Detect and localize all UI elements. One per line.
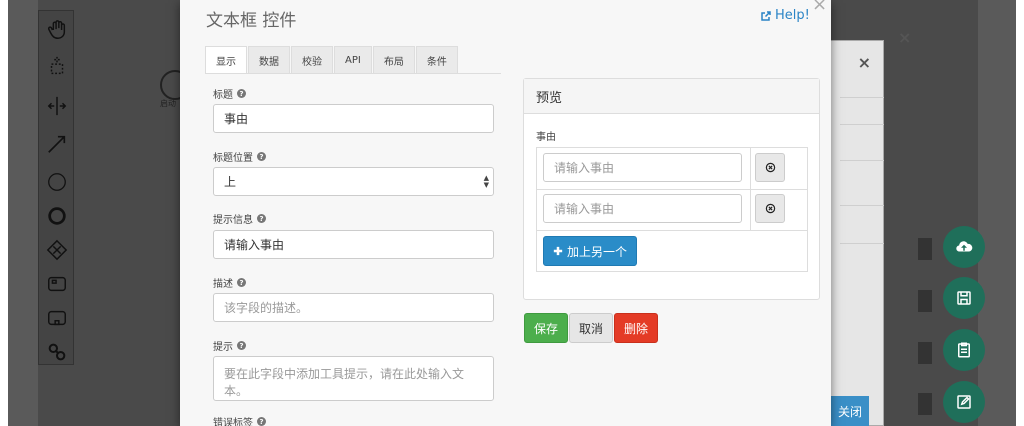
tab-data[interactable]: 数据	[248, 46, 290, 73]
hand-tool-icon[interactable]	[39, 15, 75, 45]
help-icon[interactable]: ?	[257, 214, 266, 223]
canvas-start-label: 启动	[160, 99, 176, 108]
start-event-icon[interactable]	[39, 167, 75, 197]
remove-row-button[interactable]	[755, 153, 785, 182]
end-event-icon[interactable]	[39, 201, 75, 231]
remove-circle-icon	[765, 203, 775, 214]
help-icon[interactable]: ?	[237, 89, 246, 98]
cancel-button[interactable]: 取消	[569, 313, 614, 343]
select-arrows-icon: ▲ ▼	[483, 174, 489, 189]
help-icon[interactable]: ?	[237, 278, 246, 287]
tab-layout[interactable]: 布局	[372, 46, 415, 73]
subprocess-icon[interactable]	[39, 303, 75, 333]
label-position-select[interactable]: 上 ▲ ▼	[213, 167, 494, 196]
edit-fab-button[interactable]	[943, 381, 985, 423]
fab-tab	[918, 393, 932, 415]
tab-conditional[interactable]: 条件	[415, 46, 458, 73]
textfield-component-dialog: 文本框 控件 Help! × 显示 数据 校验 API 布局 条件 标题 ? 事…	[180, 0, 831, 426]
description-input[interactable]: 该字段的描述。	[213, 293, 494, 322]
preview-input[interactable]: 请输入事由	[543, 194, 742, 223]
preview-heading: 预览	[524, 79, 819, 114]
window-frame-right	[1016, 0, 1024, 426]
tab-validation[interactable]: 校验	[291, 46, 333, 73]
component-tabs: 显示 数据 校验 API 布局 条件	[205, 46, 459, 74]
dialog-close-icon[interactable]: ×	[812, 0, 827, 15]
outer-dialog-close-icon[interactable]: ×	[898, 28, 911, 47]
dialog-title: 文本框 控件	[206, 11, 297, 31]
preview-panel: 预览 事由 请输入事由 请输入事由 加上另一个	[523, 78, 820, 300]
bg-row-divider	[840, 160, 884, 161]
label-input[interactable]: 事由	[213, 104, 494, 133]
tooltip-field-label: 提示 ?	[213, 338, 246, 353]
gateway-icon[interactable]	[39, 235, 75, 265]
external-link-icon	[761, 10, 771, 21]
label-field-label: 标题 ?	[213, 86, 246, 101]
bg-row-divider	[840, 205, 884, 206]
cell-divider	[750, 148, 751, 190]
fab-tab	[918, 238, 932, 260]
cloud-upload-button[interactable]	[943, 226, 985, 268]
background-close-button[interactable]: 关闭	[831, 396, 869, 426]
tab-api[interactable]: API	[334, 46, 372, 73]
save-button[interactable]: 保存	[524, 313, 569, 343]
task-icon[interactable]	[39, 269, 75, 299]
bg-row-divider	[840, 124, 884, 125]
remove-circle-icon	[765, 162, 775, 173]
tooltip-textarea[interactable]: 要在此字段中添加工具提示，请在此处输入文本。	[213, 356, 494, 401]
placeholder-input[interactable]: 请输入事由	[213, 230, 494, 259]
preview-field-label: 事由	[536, 132, 556, 143]
fab-tab	[918, 342, 932, 364]
preview-input[interactable]: 请输入事由	[543, 153, 742, 182]
clipboard-icon	[958, 342, 970, 358]
label-position-label: 标题位置 ?	[213, 149, 266, 164]
help-link-label: Help!	[775, 8, 810, 23]
bpmn-palette	[38, 10, 74, 365]
bg-row-divider	[840, 243, 884, 244]
help-icon[interactable]: ?	[257, 417, 266, 426]
clipboard-fab-button[interactable]	[943, 329, 985, 371]
table-row: 请输入事由	[537, 148, 807, 190]
save-fab-button[interactable]	[943, 277, 985, 319]
window-frame-left	[0, 0, 8, 426]
link-icon[interactable]	[39, 337, 75, 367]
lasso-tool-icon[interactable]	[39, 51, 75, 81]
cell-divider	[750, 189, 751, 231]
floppy-disk-icon	[957, 291, 971, 305]
description-field-label: 描述 ?	[213, 275, 246, 290]
background-dialog-close-icon[interactable]: ×	[858, 53, 871, 72]
help-icon[interactable]: ?	[237, 341, 246, 350]
error-label-field-label: 错误标签 ?	[213, 414, 266, 426]
help-icon[interactable]: ?	[257, 152, 266, 161]
remove-row-button[interactable]	[755, 194, 785, 223]
help-link[interactable]: Help!	[760, 8, 810, 23]
cloud-upload-icon	[956, 241, 973, 252]
fab-tab	[918, 290, 932, 312]
bg-row-divider	[840, 97, 884, 98]
add-another-button[interactable]: 加上另一个	[543, 236, 638, 266]
preview-multivalue-table: 请输入事由 请输入事由 加上另一个	[536, 147, 808, 272]
table-row: 请输入事由	[537, 189, 807, 231]
connect-tool-icon[interactable]	[39, 129, 75, 159]
space-tool-icon[interactable]	[39, 91, 75, 121]
tab-display[interactable]: 显示	[205, 46, 247, 74]
tabs-divider	[205, 73, 501, 74]
placeholder-field-label: 提示信息 ?	[213, 211, 266, 226]
delete-button[interactable]: 删除	[614, 313, 659, 343]
plus-icon	[553, 246, 563, 256]
edit-icon	[957, 395, 971, 409]
